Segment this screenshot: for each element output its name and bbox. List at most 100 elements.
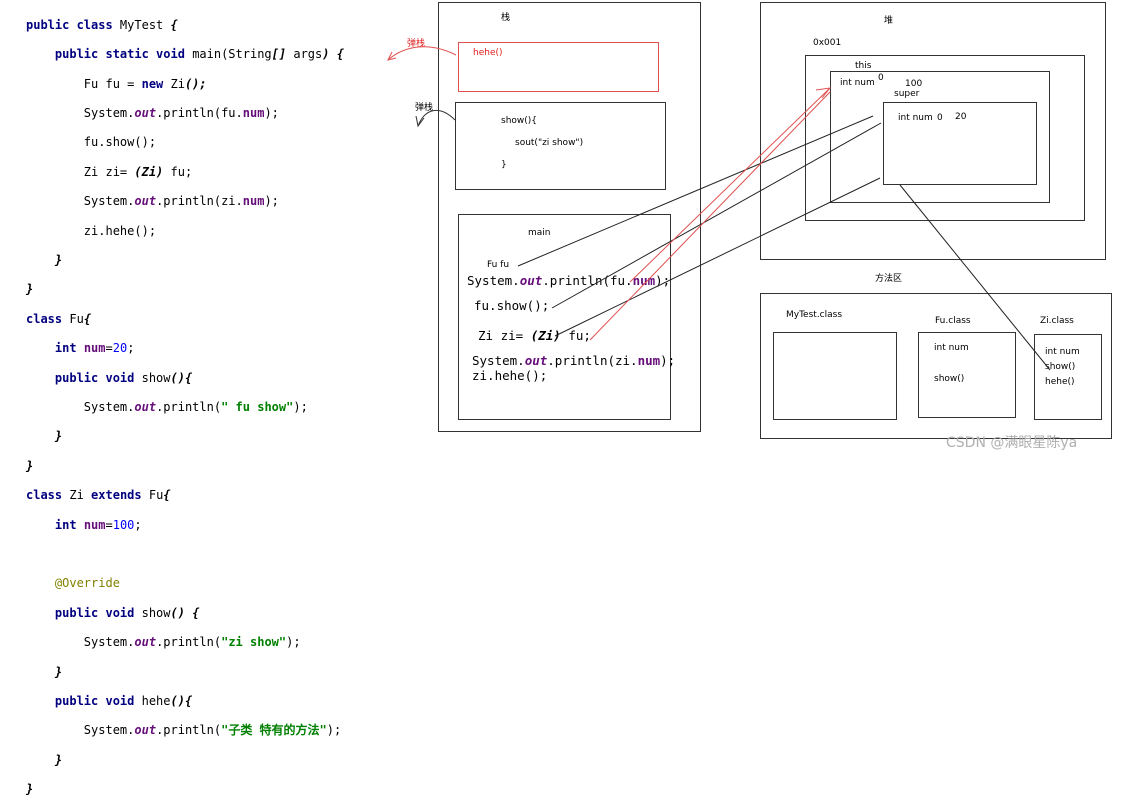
code-token: MyTest	[119, 17, 171, 32]
code-token: fu.show();	[83, 135, 157, 150]
code-token: {	[163, 488, 171, 503]
code-token: Zi zi=	[478, 328, 531, 343]
this-field-value: 100	[905, 79, 923, 89]
code-token: Zi zi=	[83, 164, 135, 179]
code-token: }	[26, 458, 34, 473]
code-token: args	[286, 47, 323, 62]
code-token: hehe	[141, 694, 171, 709]
code-token: (){	[170, 370, 193, 385]
code-token: Fu	[148, 488, 164, 503]
mytest-class-box	[773, 332, 897, 420]
this-label: this	[855, 61, 872, 71]
code-token: num	[242, 105, 265, 120]
fu-class-label: Fu.class	[935, 316, 971, 326]
code-token: out	[134, 105, 157, 120]
super-field-zero: 0	[937, 113, 943, 123]
code-token: fu.show();	[474, 298, 550, 313]
code-token: ();	[184, 76, 207, 91]
code-token: =	[105, 341, 113, 356]
show-frame-line: }	[501, 160, 507, 170]
code-token: new	[141, 76, 171, 91]
code-token: System.	[472, 353, 525, 368]
code-token: .println(	[156, 635, 222, 650]
code-token: ;	[127, 341, 135, 356]
code-token: .println(	[156, 399, 222, 414]
code-token: out	[519, 273, 543, 288]
zi-class-field: int num	[1045, 347, 1080, 357]
pop-arrow-show-head	[415, 115, 425, 128]
code-token: () {	[170, 605, 200, 620]
code-token: ) {	[322, 47, 344, 62]
csdn-watermark: CSDN @满眼星陈ya	[946, 435, 1078, 451]
code-token: public static void	[54, 47, 193, 62]
code-token: ;	[134, 517, 142, 532]
code-token: Fu	[69, 311, 84, 326]
fu-class-field: int num	[934, 343, 969, 353]
pop-stack-label-hehe: 弹栈	[407, 39, 426, 49]
code-token: out	[134, 635, 157, 650]
show-frame-line: sout("zi show")	[515, 138, 584, 148]
code-token: .println(fu.	[542, 273, 633, 288]
code-token: show	[141, 605, 171, 620]
super-label: super	[894, 89, 920, 99]
code-token: }	[26, 282, 34, 297]
this-field: int num	[840, 78, 875, 88]
code-token: 20	[112, 341, 128, 356]
code-token: fu;	[560, 328, 591, 343]
mytest-class-label: MyTest.class	[786, 310, 843, 320]
code-token: System.	[83, 399, 135, 414]
hehe-frame-label: hehe()	[473, 48, 503, 58]
code-token: public class	[26, 17, 120, 32]
code-token: System.	[83, 105, 135, 120]
code-token: Fu fu =	[83, 76, 142, 91]
code-token: int	[54, 341, 84, 356]
code-token: {	[170, 17, 178, 32]
code-token: );	[286, 635, 301, 650]
code-token: Zi	[69, 488, 92, 503]
code-token: );	[293, 399, 308, 414]
main-stack-frame	[458, 214, 671, 420]
code-token: }	[54, 429, 63, 444]
code-token: }	[54, 664, 63, 679]
code-token: fu;	[163, 164, 193, 179]
main-code-line: Zi zi= (Zi) fu;	[478, 328, 591, 343]
code-token: }	[26, 782, 34, 797]
code-token: );	[660, 353, 676, 368]
code-token: 100	[112, 517, 135, 532]
code-token: class	[26, 311, 70, 326]
code-token: (){	[170, 694, 193, 709]
code-token: extends	[91, 488, 149, 503]
code-token: []	[271, 47, 287, 62]
code-token: main(String	[192, 47, 272, 62]
code-token: }	[54, 752, 63, 767]
code-token: out	[134, 194, 157, 209]
code-token: show	[141, 370, 171, 385]
code-token: num	[242, 194, 265, 209]
main-code-line: System.out.println(zi.num);	[472, 353, 675, 368]
zi-class-method: hehe()	[1045, 377, 1075, 387]
code-token: .println(fu.	[156, 105, 243, 120]
code-token: (Zi)	[530, 328, 561, 343]
code-token: out	[134, 399, 157, 414]
code-token: num	[83, 341, 106, 356]
main-code-line: System.out.println(fu.num);	[467, 273, 670, 288]
code-token: System.	[467, 273, 520, 288]
code-token: " fu show"	[221, 399, 294, 414]
pop-stack-label-show: 弹栈	[415, 103, 434, 113]
object-address: 0x001	[813, 38, 842, 48]
code-token: public void	[54, 370, 142, 385]
pop-arrow-hehe-head	[387, 51, 397, 61]
code-token: zi.hehe();	[472, 368, 548, 383]
code-token: int	[54, 517, 84, 532]
main-frame-title: main	[528, 228, 551, 238]
code-token: @Override	[54, 576, 120, 591]
code-token: }	[54, 252, 63, 267]
code-token: );	[264, 194, 279, 209]
heap-title: 堆	[884, 16, 894, 26]
code-token: Zi	[170, 76, 185, 91]
super-field: int num	[898, 113, 933, 123]
code-token: .println(	[156, 723, 222, 738]
java-source-code: public class MyTest { public static void…	[26, 3, 344, 812]
code-token: =	[105, 517, 113, 532]
code-token: num	[637, 353, 661, 368]
